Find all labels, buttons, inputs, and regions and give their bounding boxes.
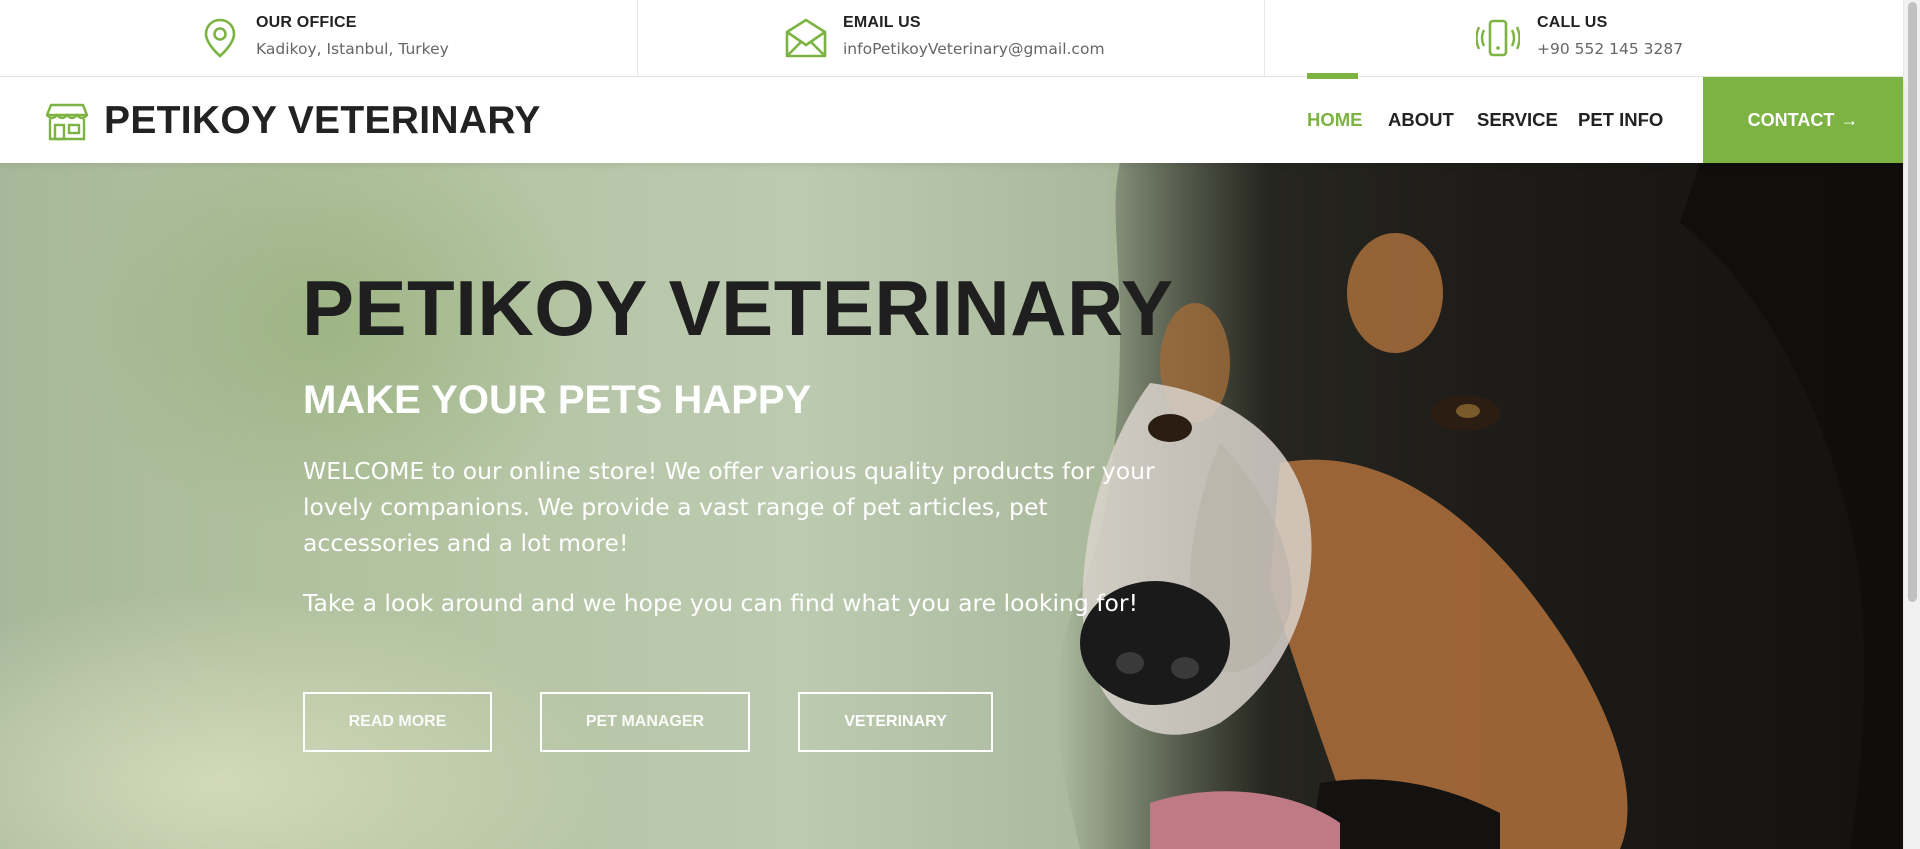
top-info-bar: OUR OFFICE Kadikoy, Istanbul, Turkey EMA… bbox=[0, 0, 1903, 77]
office-info: OUR OFFICE Kadikoy, Istanbul, Turkey bbox=[0, 0, 638, 76]
nav-item-service[interactable]: SERVICE bbox=[1477, 109, 1558, 131]
phone-info: CALL US +90 552 145 3287 bbox=[1265, 0, 1903, 76]
email-address[interactable]: infoPetikoyVeterinary@gmail.com bbox=[843, 40, 1105, 58]
nav-active-indicator bbox=[1307, 73, 1358, 79]
phone-number[interactable]: +90 552 145 3287 bbox=[1537, 40, 1683, 58]
contact-button-label: CONTACT bbox=[1747, 109, 1835, 130]
email-info: EMAIL US infoPetikoyVeterinary@gmail.com bbox=[638, 0, 1265, 76]
location-pin-icon bbox=[204, 18, 236, 58]
arrow-right-icon: → bbox=[1840, 109, 1859, 130]
storefront-icon[interactable] bbox=[46, 101, 88, 141]
email-title: EMAIL US bbox=[843, 14, 921, 31]
hero-paragraph: WELCOME to our online store! We offer va… bbox=[303, 457, 1155, 557]
scrollbar-thumb[interactable] bbox=[1908, 2, 1917, 602]
phone-title: CALL US bbox=[1537, 14, 1608, 31]
office-address: Kadikoy, Istanbul, Turkey bbox=[256, 40, 449, 58]
office-title: OUR OFFICE bbox=[256, 14, 357, 31]
envelope-icon bbox=[785, 18, 827, 58]
hero-title: PETIKOY VETERINARY bbox=[302, 264, 1174, 352]
nav-item-pet-info[interactable]: PET INFO bbox=[1578, 109, 1663, 131]
page-scrollbar[interactable] bbox=[1903, 0, 1920, 849]
read-more-button[interactable]: READ MORE bbox=[303, 692, 492, 752]
nav-item-about[interactable]: ABOUT bbox=[1388, 109, 1454, 131]
hero-paragraph-2: Take a look around and we hope you can f… bbox=[303, 589, 1139, 617]
hero-banner: PETIKOY VETERINARY MAKE YOUR PETS HAPPY … bbox=[0, 163, 1903, 849]
brand-name[interactable]: PETIKOY VETERINARY bbox=[104, 99, 541, 143]
nav-item-home[interactable]: HOME bbox=[1307, 109, 1363, 131]
hero-subtitle: MAKE YOUR PETS HAPPY bbox=[303, 378, 812, 422]
pet-manager-button[interactable]: PET MANAGER bbox=[540, 692, 750, 752]
contact-button[interactable]: CONTACT → bbox=[1703, 77, 1903, 163]
vibrating-phone-icon bbox=[1476, 19, 1520, 57]
main-navbar: PETIKOY VETERINARY HOME ABOUT SERVICE PE… bbox=[0, 73, 1903, 163]
veterinary-button[interactable]: VETERINARY bbox=[798, 692, 993, 752]
